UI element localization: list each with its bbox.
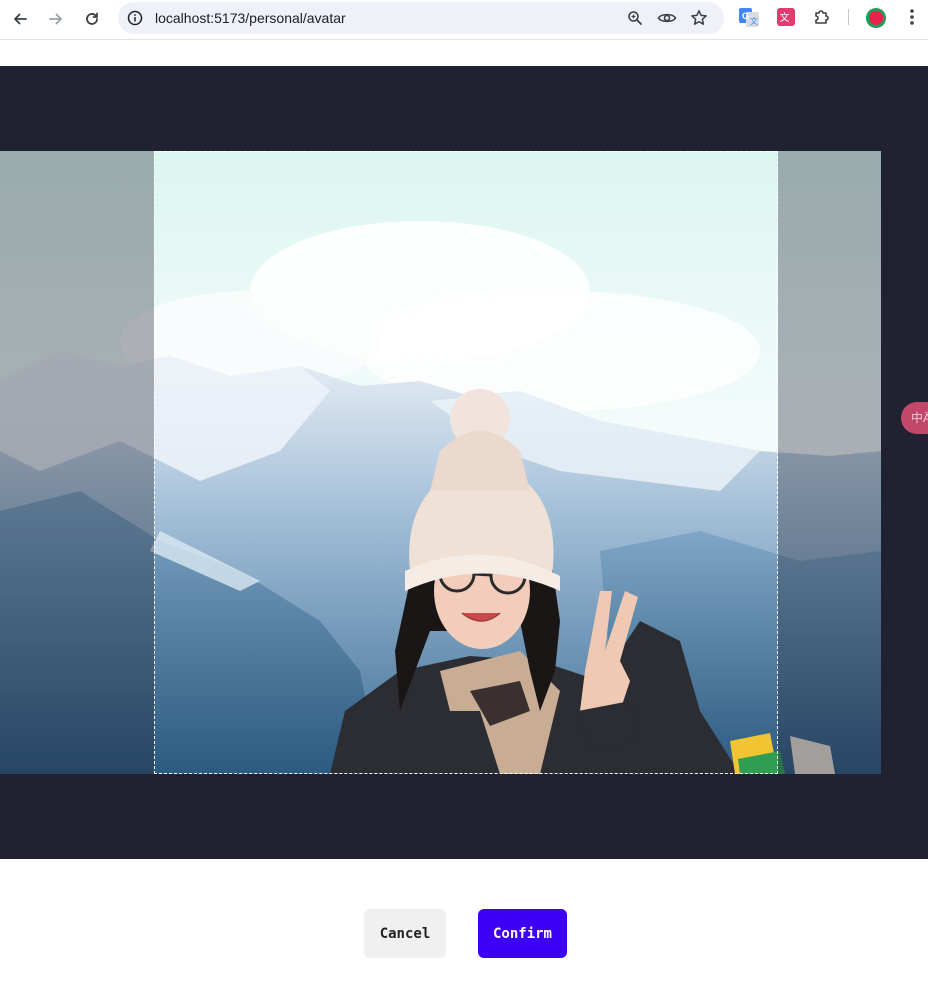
toolbar-separator (848, 9, 849, 25)
url-text[interactable]: localhost:5173/personal/avatar (155, 9, 346, 27)
bookmark-star-icon[interactable] (688, 7, 710, 29)
google-translate-icon[interactable]: G文 (739, 7, 759, 27)
menu-kebab-icon[interactable] (902, 7, 922, 27)
crop-mask-left (0, 151, 154, 774)
profile-avatar-icon[interactable] (865, 7, 886, 28)
zoom-icon[interactable] (624, 7, 646, 29)
forward-icon[interactable] (42, 5, 70, 33)
confirm-button[interactable]: Confirm (478, 909, 567, 958)
crop-selection-box[interactable] (154, 151, 778, 774)
translate-extension-icon[interactable]: 文 (776, 7, 796, 27)
puzzle-extensions-icon[interactable] (812, 7, 832, 27)
reload-icon[interactable] (78, 5, 106, 33)
cancel-button[interactable]: Cancel (364, 909, 446, 958)
svg-text:文: 文 (750, 16, 758, 26)
crop-mask-right (778, 151, 881, 774)
avatar-cropper[interactable]: 中Ä (0, 66, 928, 859)
address-bar[interactable]: localhost:5173/personal/avatar (118, 2, 724, 34)
back-icon[interactable] (6, 5, 34, 33)
eye-icon[interactable] (656, 7, 678, 29)
svg-text:文: 文 (780, 11, 790, 24)
svg-text:G: G (742, 11, 749, 21)
floating-translate-button[interactable]: 中Ä (901, 402, 928, 434)
browser-toolbar: localhost:5173/personal/avatar G文 文 (0, 0, 928, 40)
site-info-icon[interactable] (126, 9, 144, 27)
